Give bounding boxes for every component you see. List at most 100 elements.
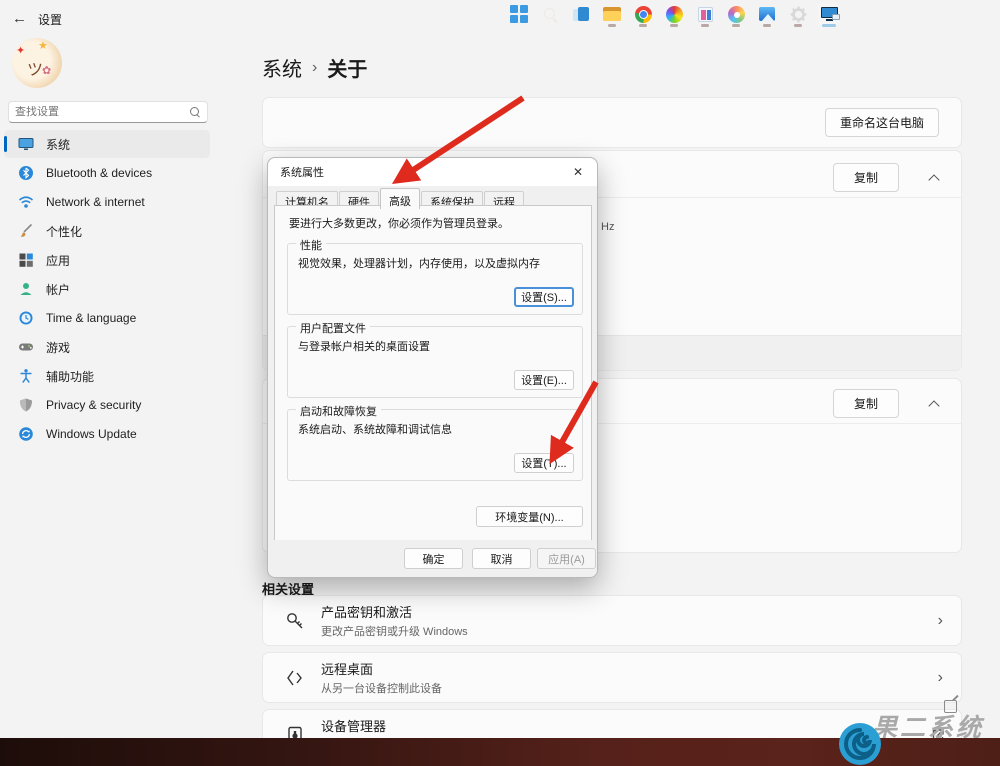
- dialog-footer: 确定 取消 应用(A): [268, 540, 597, 577]
- search-input[interactable]: [15, 106, 190, 118]
- close-icon[interactable]: ✕: [563, 160, 593, 184]
- sidebar-item-label: 辅助功能: [46, 368, 94, 385]
- collapse-specs-icon[interactable]: [930, 173, 939, 182]
- chrome-button[interactable]: [632, 3, 654, 25]
- dialog-titlebar[interactable]: 系统属性 ✕: [268, 158, 597, 186]
- system-properties-dialog: 系统属性 ✕ 计算机名 硬件 高级 系统保护 远程 要进行大多数更改，你必须作为…: [267, 157, 598, 578]
- start-button[interactable]: [508, 3, 530, 25]
- clock-icon: [18, 310, 34, 326]
- performance-settings-button[interactable]: 设置(S)...: [514, 287, 574, 307]
- breadcrumb-system[interactable]: 系统: [262, 53, 302, 82]
- sidebar-item-time-language[interactable]: Time & language: [4, 304, 210, 332]
- sidebar-item-label: 游戏: [46, 339, 70, 356]
- file-explorer-button[interactable]: [601, 3, 623, 25]
- environment-variables-button[interactable]: 环境变量(N)...: [476, 506, 583, 527]
- avatar-decor: ★: [38, 39, 48, 52]
- copy-windows-specs-button[interactable]: 复制: [833, 389, 899, 418]
- sidebar-item-gaming[interactable]: 游戏: [4, 333, 210, 361]
- shield-icon: [18, 397, 34, 413]
- row-subtitle: 更改产品密钥或升级 Windows: [321, 623, 938, 639]
- tab-advanced[interactable]: 高级: [380, 188, 420, 209]
- user-profiles-group: 用户配置文件 与登录帐户相关的桌面设置 设置(E)...: [287, 326, 583, 398]
- rename-pc-button[interactable]: 重命名这台电脑: [825, 108, 939, 137]
- color-sphere-icon: [666, 6, 683, 23]
- breadcrumb: 系统 › 关于: [262, 53, 367, 82]
- sidebar-item-accounts[interactable]: 帐户: [4, 275, 210, 303]
- startup-recovery-settings-button[interactable]: 设置(T)...: [514, 453, 574, 473]
- remote-desktop-row[interactable]: 远程桌面 从另一台设备控制此设备 ›: [262, 652, 962, 703]
- taskbar-search-button[interactable]: [539, 3, 561, 25]
- chevron-right-icon: ›: [938, 612, 943, 630]
- key-icon: [285, 611, 305, 631]
- group-title: 用户配置文件: [296, 320, 370, 336]
- browser-sphere-button[interactable]: [663, 3, 685, 25]
- breadcrumb-separator: ›: [312, 59, 317, 77]
- sidebar-item-label: Bluetooth & devices: [46, 166, 152, 180]
- group-title: 启动和故障恢复: [296, 403, 381, 419]
- chrome-icon: [635, 6, 652, 23]
- back-button[interactable]: ←: [12, 10, 27, 27]
- sidebar-item-windows-update[interactable]: Windows Update: [4, 420, 210, 448]
- admin-note: 要进行大多数更改，你必须作为管理员登录。: [289, 215, 509, 231]
- sidebar-item-label: 个性化: [46, 223, 82, 240]
- brush-icon: [18, 223, 34, 239]
- photos-app-button[interactable]: [756, 3, 778, 25]
- sidebar-item-accessibility[interactable]: 辅助功能: [4, 362, 210, 390]
- sidebar-item-label: Windows Update: [46, 427, 137, 441]
- startup-recovery-group: 启动和故障恢复 系统启动、系统故障和调试信息 设置(T)...: [287, 409, 583, 481]
- advanced-tab-panel: 要进行大多数更改，你必须作为管理员登录。 性能 视觉效果，处理器计划，内存使用，…: [274, 205, 592, 542]
- system-properties-taskbar-button[interactable]: [818, 3, 840, 25]
- notes-app-button[interactable]: [694, 3, 716, 25]
- page-title: 关于: [327, 53, 367, 82]
- sidebar-item-bluetooth[interactable]: Bluetooth & devices: [4, 159, 210, 187]
- sidebar-item-label: Time & language: [46, 311, 136, 325]
- person-icon: [18, 281, 34, 297]
- search-icon: [190, 107, 201, 118]
- paint-app-button[interactable]: [725, 3, 747, 25]
- taskbar-icons: [508, 0, 840, 28]
- settings-search[interactable]: [8, 101, 208, 123]
- sidebar-item-system[interactable]: 系统: [4, 130, 210, 158]
- avatar-decor: ツ: [27, 56, 43, 80]
- photo-icon: [759, 7, 775, 21]
- sidebar-item-label: 系统: [46, 136, 70, 153]
- collapse-windows-specs-icon[interactable]: [930, 399, 939, 408]
- user-avatar: ✦ ★ ツ ✿: [12, 38, 62, 88]
- row-title: 产品密钥和激活: [321, 602, 938, 621]
- spec-text-fragment: Hz: [601, 221, 614, 233]
- sidebar-item-personalization[interactable]: 个性化: [4, 217, 210, 245]
- group-desc: 与登录帐户相关的桌面设置: [298, 338, 430, 354]
- settings-app-button[interactable]: [787, 3, 809, 25]
- row-title: 远程桌面: [321, 659, 938, 678]
- monitor-icon: [18, 136, 34, 152]
- dialog-title: 系统属性: [280, 164, 324, 180]
- bluetooth-icon: [18, 165, 34, 181]
- sidebar-item-network[interactable]: Network & internet: [4, 188, 210, 216]
- sidebar-item-privacy[interactable]: Privacy & security: [4, 391, 210, 419]
- accessibility-icon: [18, 368, 34, 384]
- cancel-button[interactable]: 取消: [472, 548, 531, 569]
- ok-button[interactable]: 确定: [404, 548, 463, 569]
- sidebar-item-apps[interactable]: 应用: [4, 246, 210, 274]
- gear-icon: [790, 6, 807, 23]
- remote-desktop-icon: [285, 668, 305, 688]
- avatar-decor: ✦: [16, 44, 25, 57]
- product-key-row[interactable]: 产品密钥和激活 更改产品密钥或升级 Windows ›: [262, 595, 962, 646]
- wifi-icon: [18, 194, 34, 210]
- group-title: 性能: [296, 237, 326, 253]
- group-desc: 视觉效果，处理器计划，内存使用，以及虚拟内存: [298, 255, 540, 271]
- performance-group: 性能 视觉效果，处理器计划，内存使用，以及虚拟内存 设置(S)...: [287, 243, 583, 315]
- copy-specs-button[interactable]: 复制: [833, 163, 899, 192]
- watermark-pen-icon: [944, 700, 957, 713]
- avatar-decor: ✿: [42, 64, 51, 77]
- chevron-right-icon: ›: [938, 669, 943, 687]
- sidebar-item-label: Network & internet: [46, 195, 145, 209]
- task-view-button[interactable]: [570, 3, 592, 25]
- search-icon: [543, 7, 558, 22]
- windows-logo-icon: [510, 5, 528, 23]
- update-icon: [18, 426, 34, 442]
- system-monitor-icon: [821, 7, 838, 21]
- group-desc: 系统启动、系统故障和调试信息: [298, 421, 452, 437]
- user-profiles-settings-button[interactable]: 设置(E)...: [514, 370, 574, 390]
- sidebar-item-label: Privacy & security: [46, 398, 141, 412]
